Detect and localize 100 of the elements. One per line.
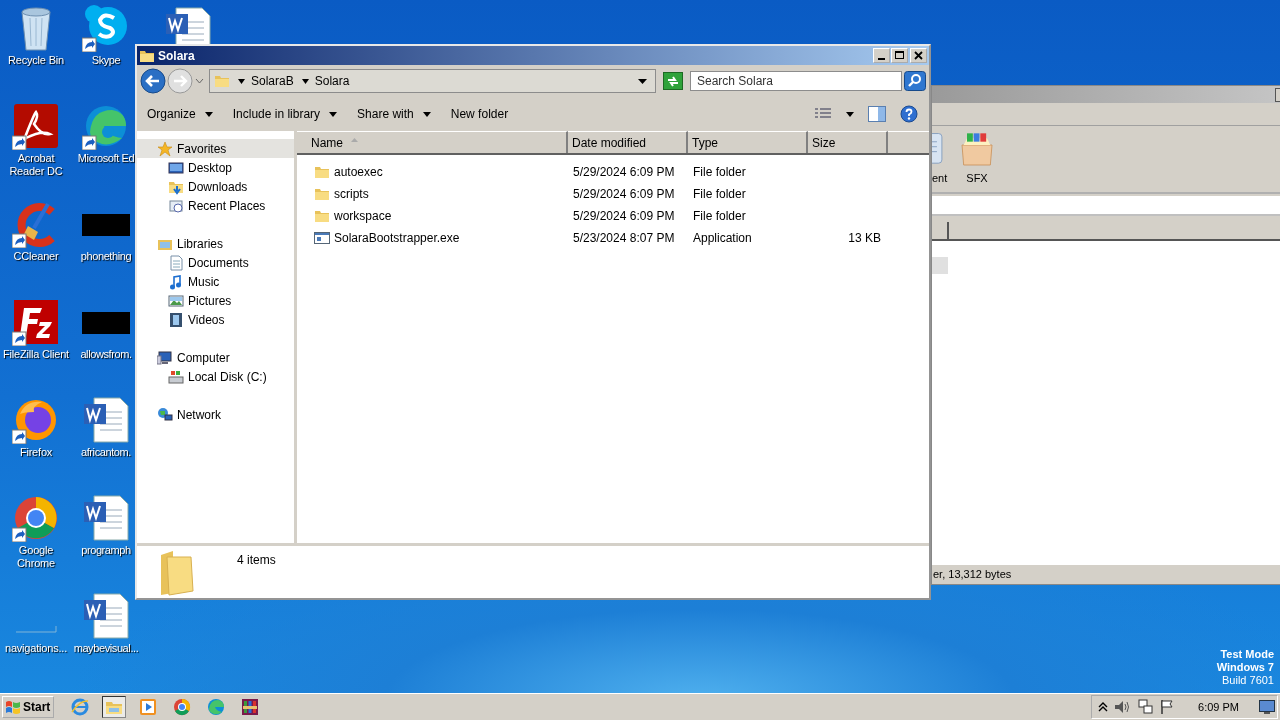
caret-icon[interactable] xyxy=(238,78,245,84)
column-header[interactable]: Name xyxy=(297,131,568,153)
nav-item[interactable]: Documents xyxy=(137,253,294,272)
document-icon[interactable] xyxy=(164,6,212,44)
nav-item[interactable]: Favorites xyxy=(137,139,294,158)
type-cell-text: File folder xyxy=(692,209,747,223)
search-button[interactable] xyxy=(904,71,926,91)
icon-label[interactable]: Recycle Bin xyxy=(1,54,71,67)
toolbar-button-label[interactable]: ent xyxy=(932,172,948,184)
refresh-button[interactable] xyxy=(663,72,683,90)
minimize-button[interactable] xyxy=(873,48,890,63)
address-field[interactable]: SolaraB Solara xyxy=(209,69,656,93)
minimize-icon xyxy=(878,57,885,60)
icon-label[interactable]: Acrobat Reader DC xyxy=(1,152,71,178)
nav-item[interactable]: Recent Places xyxy=(137,196,294,215)
app-icon[interactable] xyxy=(12,298,60,346)
windows-logo-icon xyxy=(5,699,21,715)
nav-item[interactable]: Computer xyxy=(137,348,294,367)
nav-item[interactable]: Videos xyxy=(137,310,294,329)
close-icon xyxy=(912,49,925,62)
film-icon xyxy=(168,311,184,328)
disk-icon xyxy=(168,368,184,385)
nav-item[interactable]: Desktop xyxy=(137,158,294,177)
document-icon xyxy=(168,254,184,271)
window-title: Solara xyxy=(158,48,196,63)
breadcrumb-item[interactable]: SolaraB xyxy=(251,74,294,88)
type-cell-text: File folder xyxy=(692,165,747,179)
document-icon[interactable] xyxy=(82,592,130,640)
size-cell: 13 KB xyxy=(848,231,881,245)
file-name[interactable]: scripts xyxy=(334,187,369,201)
icon-label[interactable]: Skype xyxy=(91,54,121,67)
icon-label[interactable]: FileZilla Client xyxy=(1,348,71,361)
icon-label[interactable]: navigations... xyxy=(1,642,71,655)
help-icon[interactable] xyxy=(900,105,918,123)
icon-label[interactable]: allowsfrom. xyxy=(80,348,132,361)
music-note-icon xyxy=(168,273,184,290)
toolbar-button[interactable]: Organize xyxy=(141,104,219,124)
date-cell-text: 5/23/2024 8:07 PM xyxy=(572,231,676,245)
nav-item[interactable]: Pictures xyxy=(137,291,294,310)
item-count: 4 items xyxy=(237,553,276,567)
search-field[interactable]: Search Solara xyxy=(690,71,902,91)
caret-icon[interactable] xyxy=(846,111,854,117)
clock-icon xyxy=(168,197,184,214)
status-text: er, 13,312 bytes xyxy=(932,563,1280,584)
browser-icon xyxy=(207,698,225,716)
folder-icon xyxy=(214,73,230,89)
flag-icon[interactable] xyxy=(1160,699,1175,715)
icon-label[interactable]: programph xyxy=(81,544,131,557)
column-header[interactable]: Type xyxy=(688,131,808,153)
taskbar-button[interactable] xyxy=(102,696,126,718)
type-cell-text: File folder xyxy=(692,187,747,201)
icon-label[interactable]: CCleaner xyxy=(1,250,71,263)
view-options-icon[interactable] xyxy=(814,107,832,121)
caret-icon xyxy=(329,111,338,117)
document-icon[interactable] xyxy=(82,396,130,444)
file-name[interactable]: SolaraBootstrapper.exe xyxy=(334,231,460,245)
icon-label[interactable]: Google Chrome xyxy=(1,544,71,570)
nav-item[interactable]: Local Disk (C:) xyxy=(137,367,294,386)
nav-item[interactable]: Downloads xyxy=(137,177,294,196)
preview-pane-icon[interactable] xyxy=(868,106,886,122)
program-window-icon[interactable] xyxy=(314,230,330,246)
nav-item[interactable]: Music xyxy=(137,272,294,291)
type-cell-text: Application xyxy=(692,231,753,245)
breadcrumb-item[interactable]: Solara xyxy=(314,74,350,88)
date-cell-text: 5/29/2024 6:09 PM xyxy=(572,165,676,179)
chevron-up-icon[interactable] xyxy=(1098,702,1109,712)
icon-label[interactable]: Microsoft Ed xyxy=(77,152,135,165)
app-icon[interactable] xyxy=(12,494,60,542)
toolbar-button[interactable]: Share with xyxy=(351,104,437,124)
show-desktop-icon[interactable] xyxy=(1259,700,1275,714)
app-icon[interactable] xyxy=(12,102,60,150)
app-icon[interactable] xyxy=(82,4,130,52)
column-header[interactable]: Date modified xyxy=(568,131,688,153)
toolbar-button[interactable]: New folder xyxy=(444,104,515,124)
nav-item[interactable]: Libraries xyxy=(137,234,294,253)
star-icon xyxy=(157,140,173,157)
icon-label[interactable]: africantom. xyxy=(81,446,131,459)
icon-label[interactable]: Firefox xyxy=(1,446,71,459)
start-button[interactable]: Start xyxy=(2,696,54,718)
caret-icon[interactable] xyxy=(301,78,309,84)
back-button[interactable] xyxy=(140,68,166,94)
close-button[interactable] xyxy=(910,48,927,63)
clock[interactable]: 6:09 PM xyxy=(1198,701,1239,713)
icon-label[interactable]: phonething xyxy=(80,250,132,263)
column-header[interactable]: Size xyxy=(808,131,888,153)
caret-icon xyxy=(204,111,213,117)
file-name[interactable]: workspace xyxy=(334,209,392,223)
network-icon[interactable] xyxy=(1138,699,1155,715)
date-cell-text: 5/29/2024 6:09 PM xyxy=(572,187,676,201)
archive-icon xyxy=(241,698,259,716)
toolbar-button-label[interactable]: SFX xyxy=(966,172,988,184)
date-cell-text: 5/29/2024 6:09 PM xyxy=(572,209,676,223)
file-name[interactable]: autoexec xyxy=(334,165,383,179)
dropdown-arrow-icon[interactable] xyxy=(638,78,647,84)
icon-label[interactable]: maybevisual... xyxy=(73,642,139,655)
browser-icon xyxy=(71,698,89,716)
document-icon[interactable] xyxy=(82,494,130,542)
play-icon xyxy=(139,698,157,716)
toolbar-button[interactable]: Include in library xyxy=(226,104,344,124)
nav-item[interactable]: Network xyxy=(137,405,294,424)
